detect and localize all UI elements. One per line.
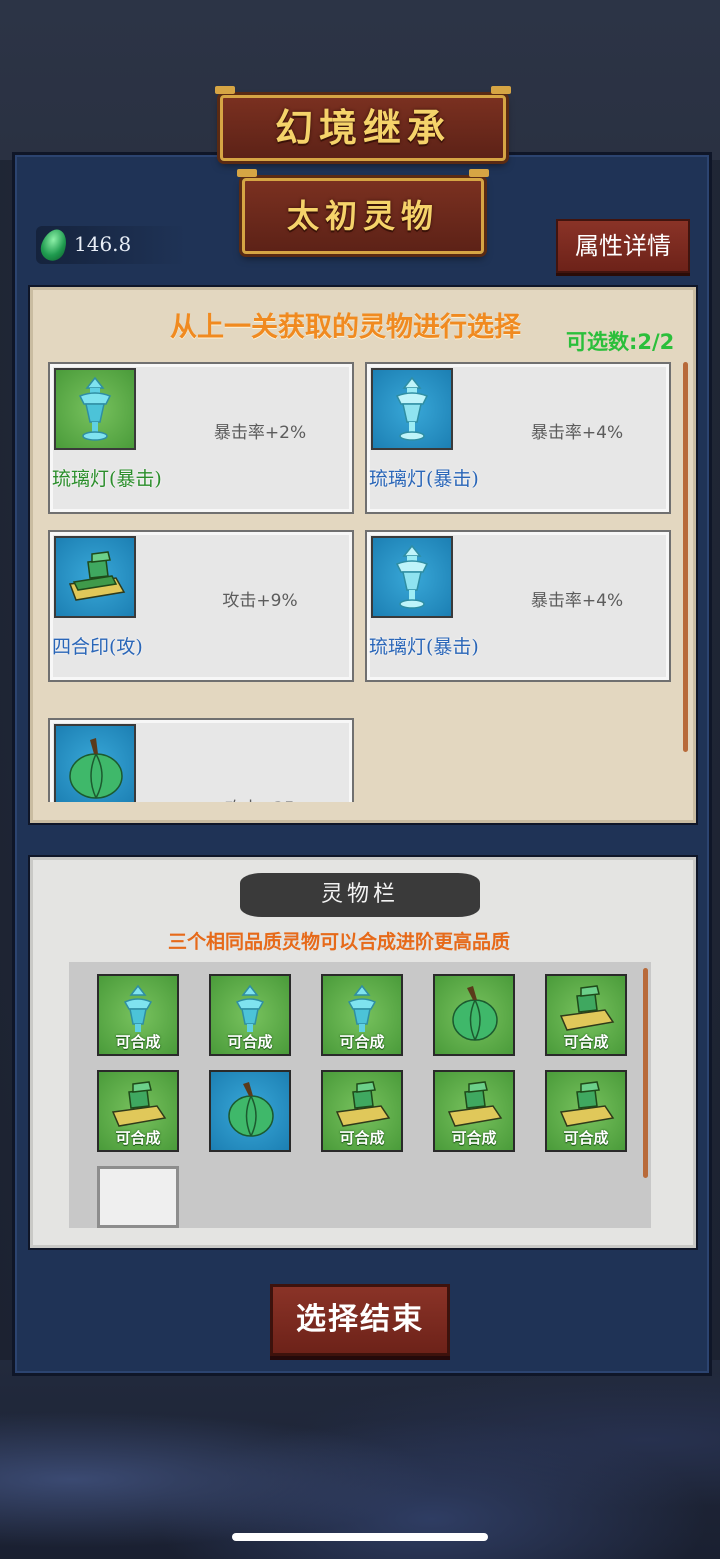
slot-label: 可合成 [563, 1129, 609, 1147]
inventory-scrollbar[interactable] [643, 968, 648, 1178]
glass-lamp-icon [54, 368, 136, 450]
gourd-icon [228, 1082, 274, 1137]
item-stat: 暴击率+4% [530, 591, 624, 611]
slot-label: 可合成 [563, 1033, 609, 1051]
slot-label: 可合成 [451, 1129, 497, 1147]
inventory-slot[interactable]: 可合成 [209, 974, 291, 1056]
slot-label: 可合成 [339, 1129, 385, 1147]
selectable-count: 可选数:2/2 [566, 330, 675, 354]
selection-scrollbar[interactable] [683, 362, 688, 752]
item-name: 琉璃灯(暴击) [369, 468, 479, 490]
slot-label: 可合成 [115, 1033, 161, 1051]
inventory-slot[interactable]: 可合成 [97, 1070, 179, 1152]
inventory-slot[interactable]: 可合成 [545, 974, 627, 1056]
item-card[interactable]: 攻击+9% 四合印(攻) [48, 530, 354, 682]
item-card[interactable]: 暴击率+4% 琉璃灯(暴击) [365, 362, 671, 514]
item-card[interactable]: 暴击率+2% 琉璃灯(暴击) [48, 362, 354, 514]
attribute-details-button[interactable]: 属性详情 [556, 219, 690, 273]
home-indicator[interactable] [232, 1533, 488, 1541]
inventory-slot[interactable]: 可合成 [97, 974, 179, 1056]
item-stat: 暴击率+4% [530, 423, 624, 443]
finish-selection-button[interactable]: 选择结束 [270, 1284, 450, 1356]
inventory-slot[interactable]: 可合成 [321, 1070, 403, 1152]
background-foliage [0, 1360, 720, 1559]
selection-title: 从上一关获取的灵物进行选择 [170, 312, 521, 343]
inventory-hint: 三个相同品质灵物可以合成进阶更高品质 [168, 931, 511, 953]
page-title: 幻境继承 [215, 86, 511, 161]
item-card[interactable]: 攻击+35 [48, 718, 354, 802]
inventory-title: 灵物栏 [240, 873, 480, 917]
inventory-slot[interactable] [433, 974, 515, 1056]
item-name: 四合印(攻) [52, 636, 143, 658]
inventory-slot[interactable]: 可合成 [433, 1070, 515, 1152]
section-title: 太初灵物 [237, 169, 489, 254]
empty-inventory-slot[interactable] [97, 1166, 179, 1228]
currency-value: 146.8 [74, 232, 132, 256]
item-card[interactable]: 暴击率+4% 琉璃灯(暴击) [365, 530, 671, 682]
inventory-slot[interactable]: 可合成 [545, 1070, 627, 1152]
glass-lamp-icon [371, 368, 453, 450]
glass-lamp-icon [371, 536, 453, 618]
selection-list[interactable]: 暴击率+2% 琉璃灯(暴击) 暴击率+4% 琉璃灯(暴击) 攻击+9% 四合印(… [40, 354, 674, 802]
item-stat: 攻击+35 [190, 794, 330, 802]
slot-label: 可合成 [227, 1033, 273, 1051]
slot-label: 可合成 [339, 1033, 385, 1051]
item-stat: 暴击率+2% [213, 423, 307, 443]
item-stat: 攻击+9% [222, 591, 298, 611]
inventory-slot[interactable]: 可合成 [321, 974, 403, 1056]
seal-icon [54, 536, 136, 618]
gourd-icon [452, 986, 498, 1041]
gourd-icon [54, 724, 136, 802]
slot-label: 可合成 [115, 1129, 161, 1147]
item-name: 琉璃灯(暴击) [369, 636, 479, 658]
item-name: 琉璃灯(暴击) [52, 468, 162, 490]
inventory-slot[interactable] [209, 1070, 291, 1152]
